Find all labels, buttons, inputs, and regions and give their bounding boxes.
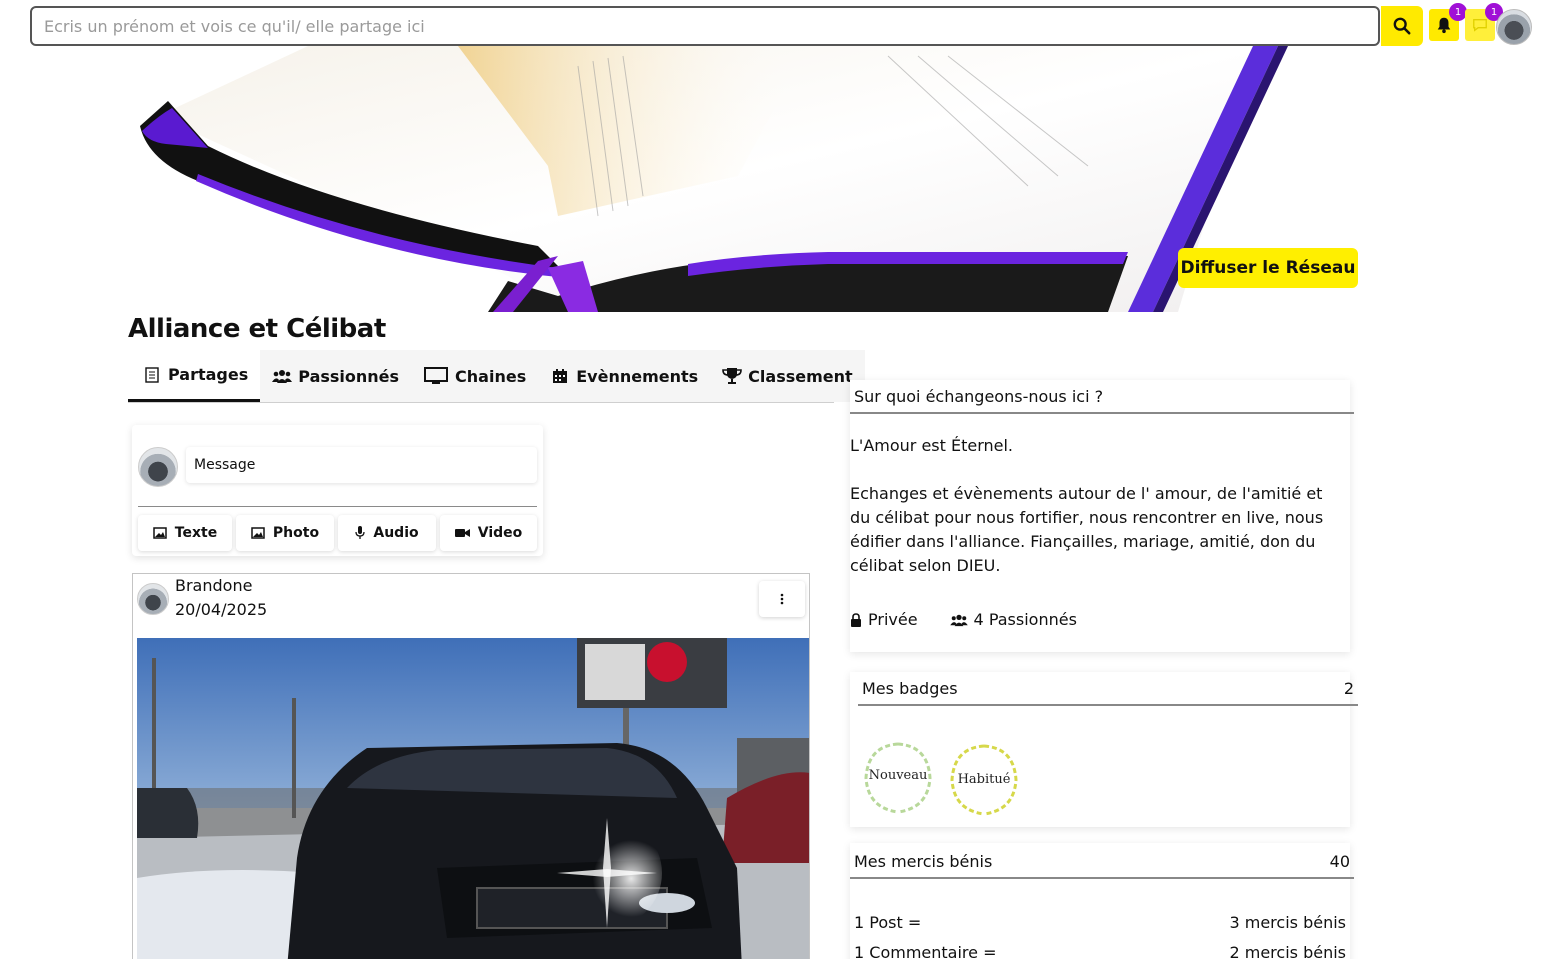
members-label: 4 Passionnés xyxy=(973,610,1077,629)
about-line-1: L'Amour est Éternel. xyxy=(850,436,1014,455)
bell-icon xyxy=(1437,17,1451,34)
tab-classement[interactable]: Classement xyxy=(710,350,865,402)
merci-card: Mes mercis bénis 40 1 Post = 3 mercis bé… xyxy=(850,843,1354,959)
tab-evenements[interactable]: Evènnements xyxy=(538,350,711,402)
merci-row: 1 Commentaire = 2 mercis bénis xyxy=(854,943,1346,959)
merci-row-label: 1 Commentaire = xyxy=(854,943,997,959)
avatar xyxy=(138,447,178,487)
about-meta: Privée 4 Passionnés xyxy=(850,610,1077,629)
tab-chaines[interactable]: Chaines xyxy=(411,350,539,402)
document-icon xyxy=(142,366,162,384)
photo-post-button[interactable]: Photo xyxy=(236,515,334,551)
diffuse-network-button[interactable]: Diffuser le Réseau xyxy=(1178,248,1358,288)
video-camera-icon xyxy=(454,529,470,537)
search-button[interactable] xyxy=(1381,6,1423,46)
merci-row: 1 Post = 3 mercis bénis xyxy=(854,913,1346,932)
calendar-icon xyxy=(550,367,570,385)
tab-label: Chaines xyxy=(455,366,527,386)
audio-post-button[interactable]: Audio xyxy=(338,515,436,551)
messages-button[interactable]: 1 xyxy=(1465,3,1503,41)
video-post-button[interactable]: Video xyxy=(440,515,537,551)
merci-row-value: 2 mercis bénis xyxy=(1229,943,1346,959)
badges-heading-text: Mes badges xyxy=(862,678,958,698)
button-label: Audio xyxy=(373,525,419,541)
badge-label: Habitué xyxy=(957,772,1011,787)
post-options-button[interactable] xyxy=(759,581,805,617)
privacy-status: Privée xyxy=(850,610,918,629)
tab-passionnes[interactable]: Passionnés xyxy=(260,350,412,402)
image-icon xyxy=(251,527,265,539)
button-label: Video xyxy=(477,525,523,541)
members-count[interactable]: 4 Passionnés xyxy=(949,610,1077,629)
text-post-button[interactable]: Texte xyxy=(138,515,232,551)
about-card: Sur quoi échangeons-nous ici ? L'Amour e… xyxy=(850,380,1354,652)
monitor-icon xyxy=(423,367,449,385)
divider xyxy=(138,506,537,507)
users-icon xyxy=(272,367,293,385)
merci-count: 40 xyxy=(1329,851,1350,871)
tab-label: Classement xyxy=(748,366,853,386)
post-card: Brandone 20/04/2025 xyxy=(132,573,810,959)
about-heading: Sur quoi échangeons-nous ici ? xyxy=(850,380,1354,414)
microphone-icon xyxy=(355,526,366,539)
post-image[interactable] xyxy=(137,638,809,959)
badges-heading: Mes badges 2 xyxy=(858,672,1358,706)
about-line-2: Echanges et évènements autour de l' amou… xyxy=(850,484,1324,575)
merci-heading: Mes mercis bénis 40 xyxy=(850,845,1354,879)
button-label: Texte xyxy=(174,525,218,541)
tab-label: Partages xyxy=(168,365,249,384)
post-author[interactable]: Brandone xyxy=(175,576,252,595)
tab-label: Passionnés xyxy=(298,366,400,386)
more-vertical-icon xyxy=(780,593,784,605)
user-avatar[interactable] xyxy=(1496,9,1532,45)
post-composer: Texte Photo Audio Video xyxy=(132,425,543,556)
privacy-label: Privée xyxy=(868,610,918,629)
badge-nouveau[interactable]: Nouveau xyxy=(858,738,938,818)
about-description: L'Amour est Éternel. Echanges et évèneme… xyxy=(850,434,1346,578)
merci-heading-text: Mes mercis bénis xyxy=(854,851,993,871)
notifications-button[interactable]: 1 xyxy=(1429,3,1467,41)
merci-row-value: 3 mercis bénis xyxy=(1229,913,1346,932)
about-heading-text: Sur quoi échangeons-nous ici ? xyxy=(854,386,1104,406)
button-label: Photo xyxy=(272,525,320,541)
tab-partages[interactable]: Partages xyxy=(128,350,261,402)
page-title: Alliance et Célibat xyxy=(128,314,386,344)
image-icon xyxy=(153,527,167,539)
badges-count: 2 xyxy=(1343,678,1354,698)
tab-label: Evènnements xyxy=(576,366,699,386)
group-banner: Diffuser le Réseau xyxy=(128,46,1358,312)
group-tabs: Partages Passionnés Chaines Evènnements … xyxy=(128,350,865,403)
top-bar: 1 1 xyxy=(0,0,1554,48)
bible-banner-image xyxy=(128,46,1358,312)
badge-label: Nouveau xyxy=(868,768,928,783)
trophy-icon xyxy=(722,367,742,385)
message-input[interactable] xyxy=(186,447,537,483)
lock-icon xyxy=(851,612,861,627)
badges-card: Mes badges 2 Nouveau Habitué xyxy=(850,672,1358,827)
search-input[interactable] xyxy=(30,6,1380,46)
merci-row-label: 1 Post = xyxy=(854,913,922,932)
search-icon xyxy=(1393,17,1411,35)
avatar[interactable] xyxy=(137,583,169,615)
users-icon xyxy=(949,614,968,626)
badge-habitue[interactable]: Habitué xyxy=(944,740,1024,820)
post-date: 20/04/2025 xyxy=(175,600,268,619)
car-photo xyxy=(137,638,809,959)
chat-icon xyxy=(1473,19,1487,32)
